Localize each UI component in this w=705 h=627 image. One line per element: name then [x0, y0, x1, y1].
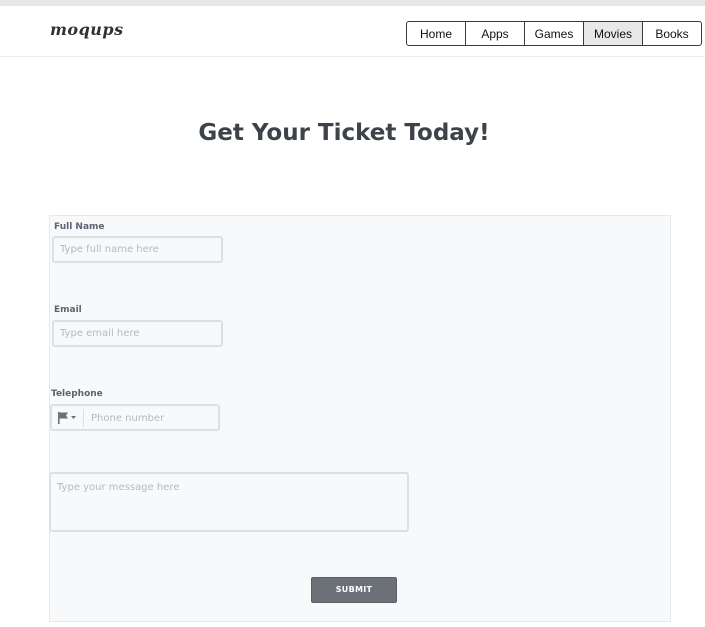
nav-item-books[interactable]: Books: [642, 21, 702, 46]
nav-item-games[interactable]: Games: [524, 21, 584, 46]
telephone-label: Telephone: [51, 389, 103, 399]
nav-item-home[interactable]: Home: [406, 21, 466, 46]
header: moqups Home Apps Games Movies Books: [0, 6, 705, 57]
flag-icon[interactable]: [57, 412, 79, 424]
telephone-input[interactable]: Phone number: [50, 404, 220, 431]
phone-placeholder: Phone number: [91, 413, 165, 424]
page-title: Get Your Ticket Today!: [198, 120, 490, 146]
email-input[interactable]: Type email here: [52, 320, 223, 347]
phone-divider: [83, 409, 84, 427]
nav-item-movies[interactable]: Movies: [583, 21, 643, 46]
email-label: Email: [54, 305, 82, 315]
nav-item-apps[interactable]: Apps: [465, 21, 525, 46]
full-name-input[interactable]: Type full name here: [52, 236, 223, 263]
message-textarea[interactable]: Type your message here: [49, 472, 409, 532]
main-nav: Home Apps Games Movies Books: [406, 21, 702, 46]
logo[interactable]: moqups: [50, 20, 124, 39]
submit-button[interactable]: SUBMIT: [311, 577, 397, 603]
full-name-label: Full Name: [54, 222, 105, 232]
